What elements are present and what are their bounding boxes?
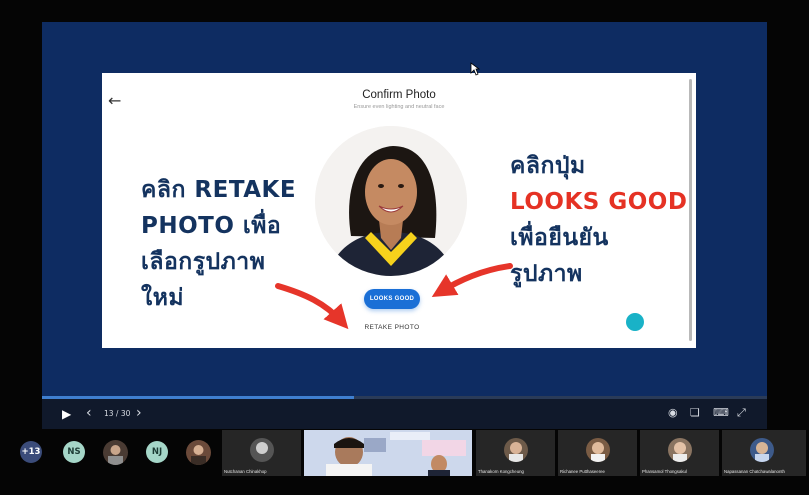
video-feed-illustration [304,430,472,476]
annotation-left: คลิก RETAKE PHOTO เพื่อ เลือกรูปภาพ ใหม่ [141,172,331,316]
annotation-left-line3: เลือกรูปภาพ [141,249,266,275]
participant-name: Napassanan Chatchawalanonth [724,469,785,474]
annotation-left-line1: คลิก RETAKE [141,177,297,203]
participant-tile[interactable]: Thanakorn Kongcheung [476,430,555,476]
participant-tile[interactable]: Richanee Putthaseeree [558,430,637,476]
annotation-right-line2: LOOKS GOOD [510,189,688,215]
chevron-left-icon[interactable]: ‹ [86,405,92,421]
participants-overflow-badge[interactable]: +13 [20,441,42,463]
participant-name: Nutchanan Chinakhop [224,469,267,474]
annotation-right-line4: รูปภาพ [510,261,583,287]
participant-photo [668,438,692,462]
participant-avatar-initials[interactable]: NS [63,441,85,463]
copy-icon[interactable]: ❏ [690,406,700,419]
participant-name: Richanee Putthaseeree [560,469,605,474]
participant-tile[interactable]: Nutchanan Chinakhop [222,430,301,476]
participant-name: Thanakorn Kongcheung [478,469,524,474]
collapse-icon[interactable]: ⤢ [737,406,746,420]
participant-photo [586,438,610,462]
participant-photo [250,438,274,462]
keyboard-icon[interactable]: ⌨ [713,406,729,419]
participant-tile[interactable]: Napassanan Chatchawalanonth [722,430,806,476]
annotation-right-line3: เพื่อยืนยัน [510,225,609,251]
annotation-right-line1: คลิกปุ่ม [510,153,586,179]
player-controls: ▶ ‹ 13 / 30 › ◉ ❏ ⌨ ⤢ [42,399,767,429]
participant-photo-icon [103,440,128,465]
participant-name: Phansamol Thongsakul [642,469,687,474]
arrow-to-looks-good-icon [431,263,513,297]
participant-avatar[interactable] [103,440,128,465]
participant-video-tile[interactable] [304,430,472,476]
participant-photo [750,438,774,462]
participant-photo [504,438,528,462]
participants-strip: +13 NS NJ Nutchanan Chinakhop Thanakorn … [0,430,809,478]
mouse-cursor-icon [470,62,480,76]
page-counter: 13 / 30 [104,409,131,418]
participant-avatar[interactable] [186,440,211,465]
broadcast-icon[interactable]: ◉ [668,406,678,419]
play-icon[interactable]: ▶ [62,407,71,421]
participant-avatar-initials[interactable]: NJ [146,441,168,463]
chevron-right-icon[interactable]: › [136,405,142,421]
annotation-right: คลิกปุ่ม LOOKS GOOD เพื่อยืนยัน รูปภาพ [510,148,700,292]
participant-tile[interactable]: Phansamol Thongsakul [640,430,719,476]
annotation-left-line2: PHOTO เพื่อ [141,213,282,239]
annotation-left-line4: ใหม่ [141,285,185,311]
participant-photo-icon [186,440,211,465]
